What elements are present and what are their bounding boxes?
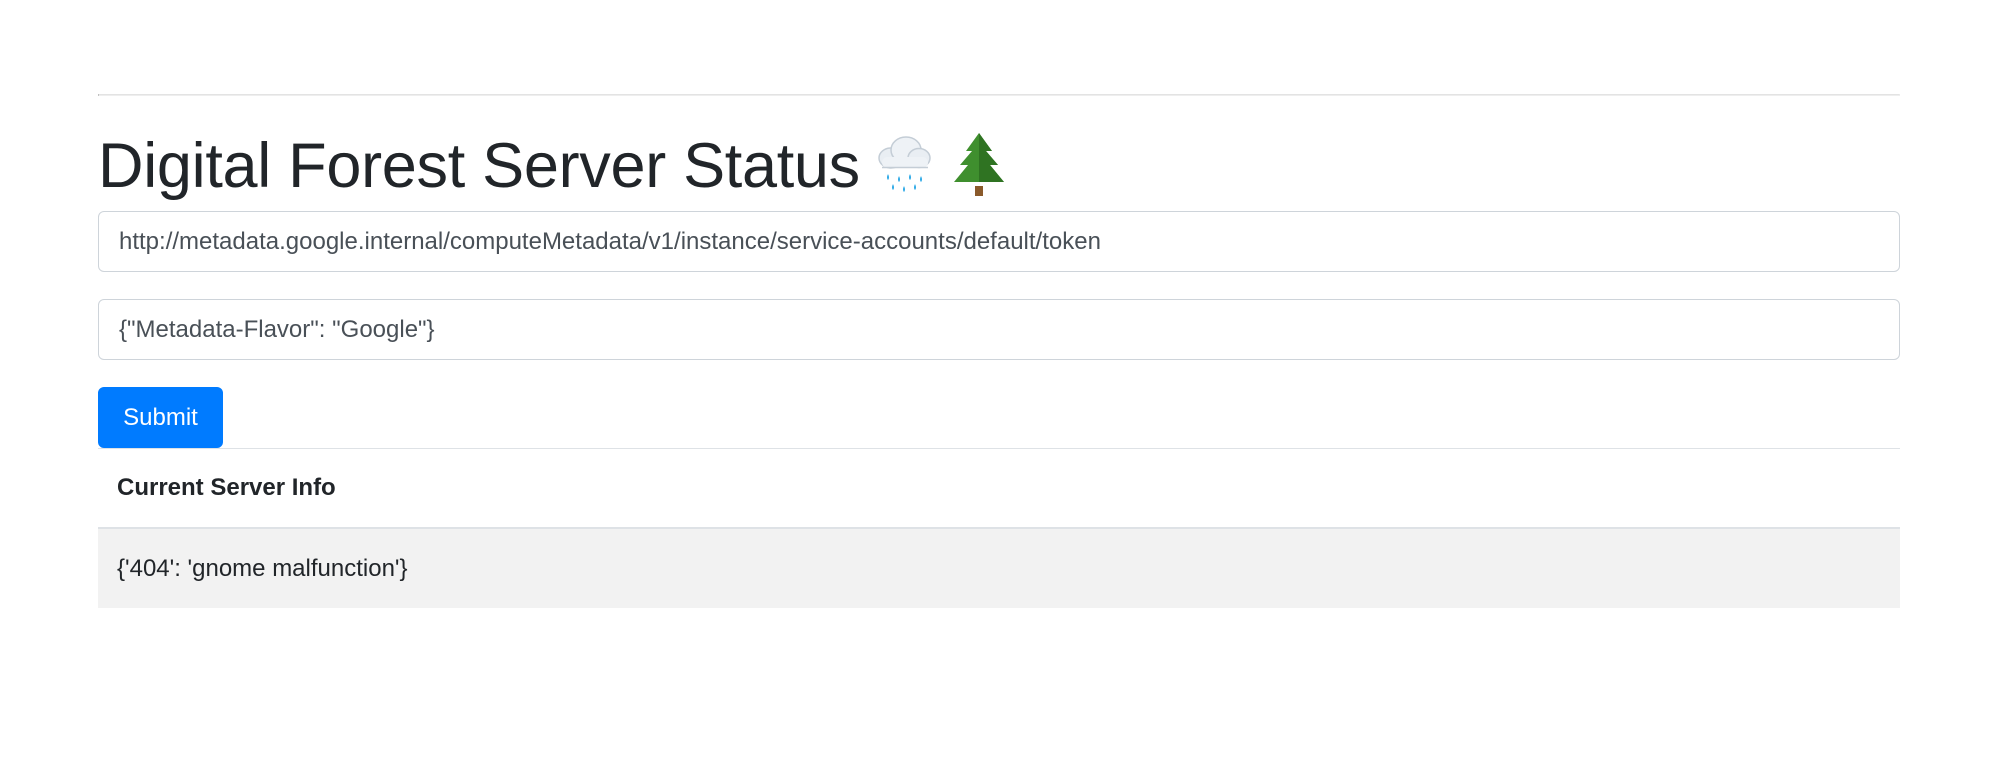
main-container: Digital Forest Server Status http://meta… bbox=[98, 94, 1900, 608]
url-input[interactable] bbox=[98, 211, 1900, 272]
server-info-value: {'404': 'gnome malfunction'} bbox=[98, 528, 1900, 608]
table-header-row: Current Server Info bbox=[98, 448, 1900, 529]
top-divider bbox=[98, 94, 1900, 96]
server-info-header: Current Server Info bbox=[98, 448, 1900, 529]
title-row: Digital Forest Server Status bbox=[98, 132, 1900, 200]
page-title-text: Digital Forest Server Status bbox=[98, 131, 860, 201]
server-info-table: Current Server Info {'404': 'gnome malfu… bbox=[98, 448, 1900, 608]
evergreen-tree-icon bbox=[948, 131, 1010, 202]
table-row: {'404': 'gnome malfunction'} bbox=[98, 528, 1900, 608]
page-title: Digital Forest Server Status bbox=[98, 132, 860, 200]
submit-button[interactable]: Submit bbox=[98, 387, 223, 448]
rain-cloud-icon bbox=[874, 133, 934, 200]
headers-input[interactable] bbox=[98, 299, 1900, 360]
